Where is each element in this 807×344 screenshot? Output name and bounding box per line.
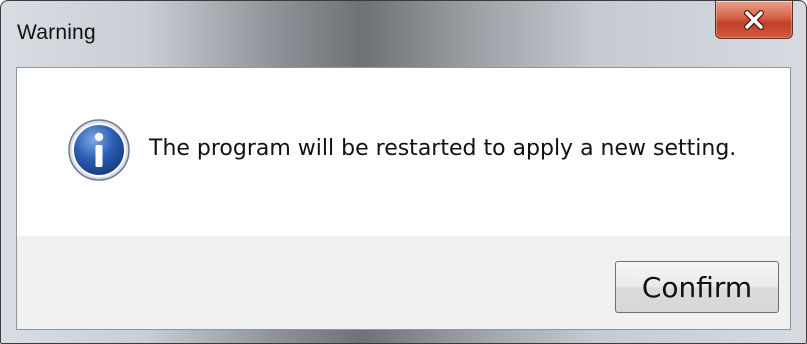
title-bar[interactable]: Warning <box>1 1 806 67</box>
confirm-button[interactable]: Confirm <box>615 261 779 313</box>
message-area: The program will be restarted to apply a… <box>17 68 790 236</box>
close-icon <box>716 1 792 38</box>
dialog-window: Warning The program will be restarted to… <box>0 0 807 344</box>
dialog-title: Warning <box>17 21 96 44</box>
button-area: Confirm <box>17 236 790 329</box>
dialog-body: The program will be restarted to apply a… <box>16 67 791 330</box>
info-icon <box>67 118 131 182</box>
message-text: The program will be restarted to apply a… <box>149 136 737 161</box>
close-button[interactable] <box>715 1 793 39</box>
